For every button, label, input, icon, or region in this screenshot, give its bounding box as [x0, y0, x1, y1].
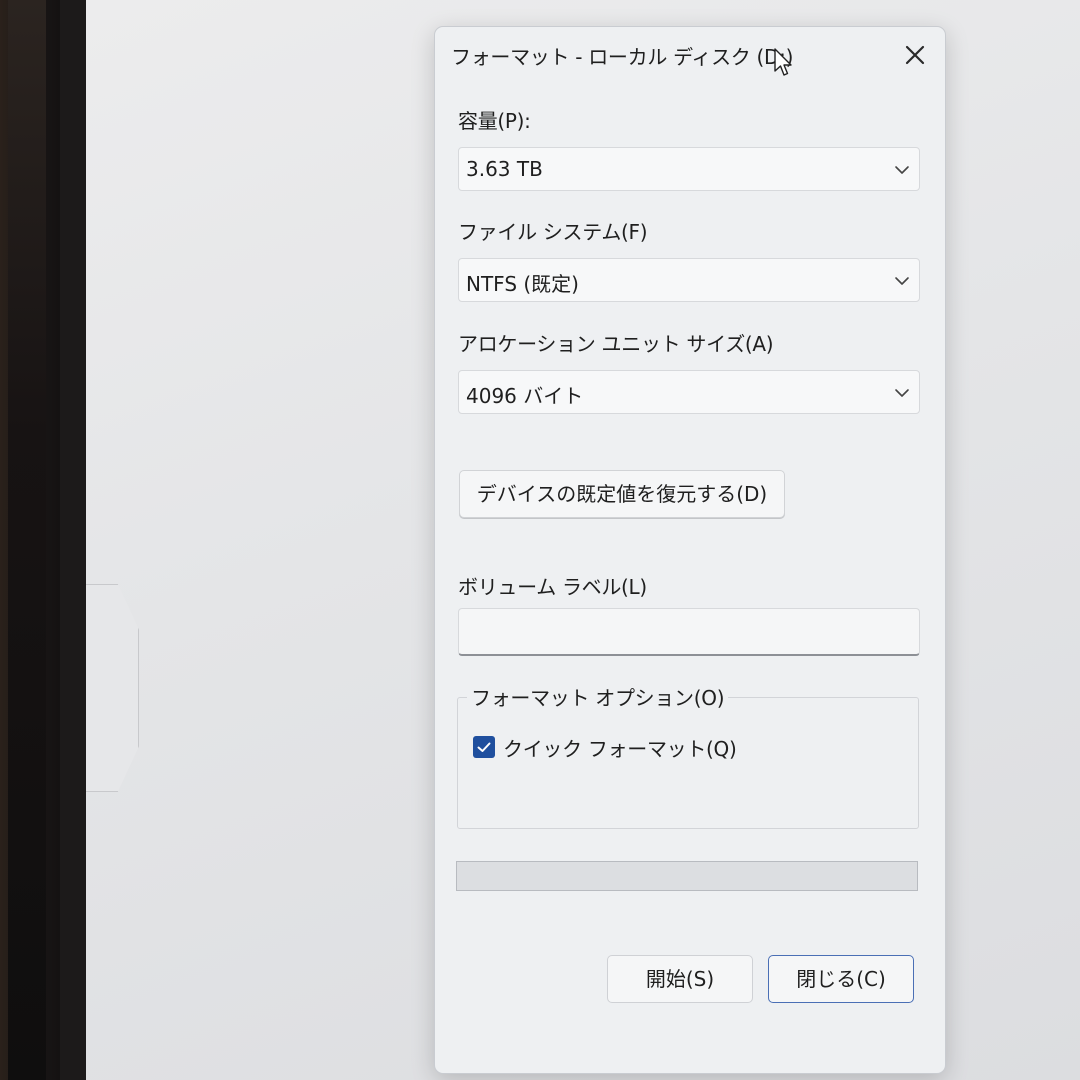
format-dialog: フォーマット - ローカル ディスク (D:) 容量(P): 3.63 TB フ… [434, 26, 946, 1074]
format-options-group [457, 697, 919, 829]
capacity-label: 容量(P): [458, 109, 531, 133]
volume-label-input[interactable] [458, 608, 920, 656]
chevron-down-icon [895, 166, 909, 174]
checkmark-icon [477, 742, 491, 752]
allocation-unit-select[interactable]: 4096 バイト [458, 370, 920, 414]
capacity-value: 3.63 TB [466, 157, 543, 181]
close-icon [905, 45, 925, 65]
restore-defaults-button[interactable]: デバイスの既定値を復元する(D) [459, 470, 785, 518]
file-system-select[interactable]: NTFS (既定) [458, 258, 920, 302]
quick-format-label[interactable]: クイック フォーマット(Q) [503, 733, 737, 762]
allocation-unit-label: アロケーション ユニット サイズ(A) [458, 332, 774, 356]
desktop-window-edge [86, 584, 139, 792]
close-button[interactable] [899, 39, 931, 71]
file-system-label: ファイル システム(F) [458, 220, 648, 244]
mouse-cursor-icon [774, 48, 792, 76]
chevron-down-icon [895, 389, 909, 397]
title-bar[interactable]: フォーマット - ローカル ディスク (D:) [435, 27, 945, 83]
volume-label-label: ボリューム ラベル(L) [458, 575, 647, 599]
quick-format-checkbox[interactable] [473, 736, 495, 758]
allocation-unit-value: 4096 バイト [466, 384, 584, 408]
bezel-edge [8, 0, 46, 1080]
chevron-down-icon [895, 277, 909, 285]
file-system-value: NTFS (既定) [466, 272, 579, 296]
dialog-title: フォーマット - ローカル ディスク (D:) [451, 45, 794, 69]
format-progress-bar [456, 861, 918, 891]
monitor-bezel [0, 0, 60, 1080]
format-options-legend: フォーマット オプション(O) [467, 682, 729, 711]
capacity-select[interactable]: 3.63 TB [458, 147, 920, 191]
start-button[interactable]: 開始(S) [607, 955, 753, 1003]
close-dialog-button[interactable]: 閉じる(C) [768, 955, 914, 1003]
